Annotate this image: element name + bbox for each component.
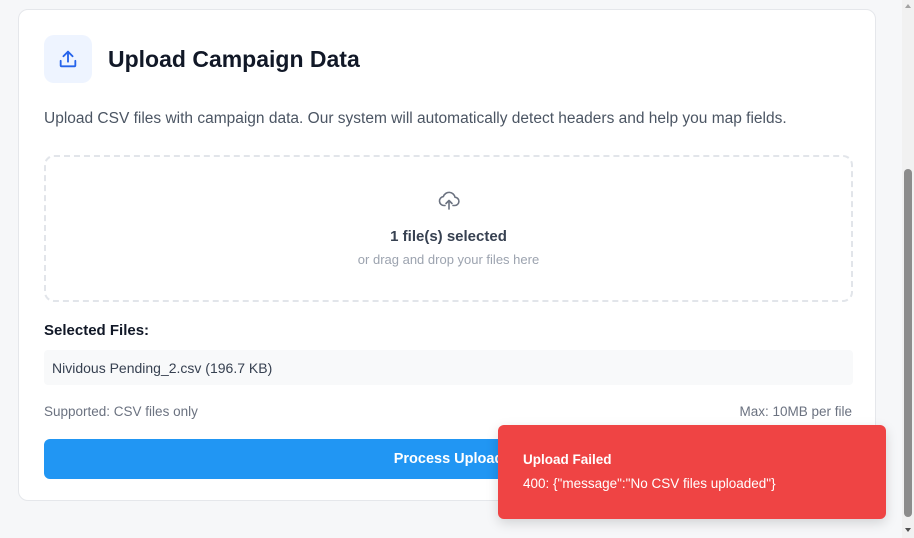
page-title: Upload Campaign Data [108,46,360,72]
dropzone-hint-text: or drag and drop your files here [357,252,540,267]
selected-file-name: Nividous Pending_2.csv (196.7 KB) [52,359,273,376]
upload-icon [44,35,92,83]
dropzone-status-text: 1 file(s) selected [390,228,507,245]
scroll-up-arrow-icon[interactable] [905,4,911,8]
page-scrollbar[interactable] [902,0,914,538]
max-size-text: Max: 10MB per file [739,404,852,419]
scrollbar-thumb[interactable] [904,169,912,517]
supported-formats-text: Supported: CSV files only [44,404,198,419]
toast-title: Upload Failed [523,452,612,467]
toast-message: 400: {"message":"No CSV files uploaded"} [523,476,776,491]
page-description: Upload CSV files with campaign data. Our… [44,110,787,127]
scroll-down-arrow-icon[interactable] [905,528,911,532]
file-dropzone[interactable]: 1 file(s) selected or drag and drop your… [44,155,853,302]
selected-file-item: Nividous Pending_2.csv (196.7 KB) [44,350,853,385]
cloud-upload-icon [437,188,461,212]
selected-files-label: Selected Files: [44,322,150,339]
error-toast[interactable]: Upload Failed 400: {"message":"No CSV fi… [498,425,886,519]
